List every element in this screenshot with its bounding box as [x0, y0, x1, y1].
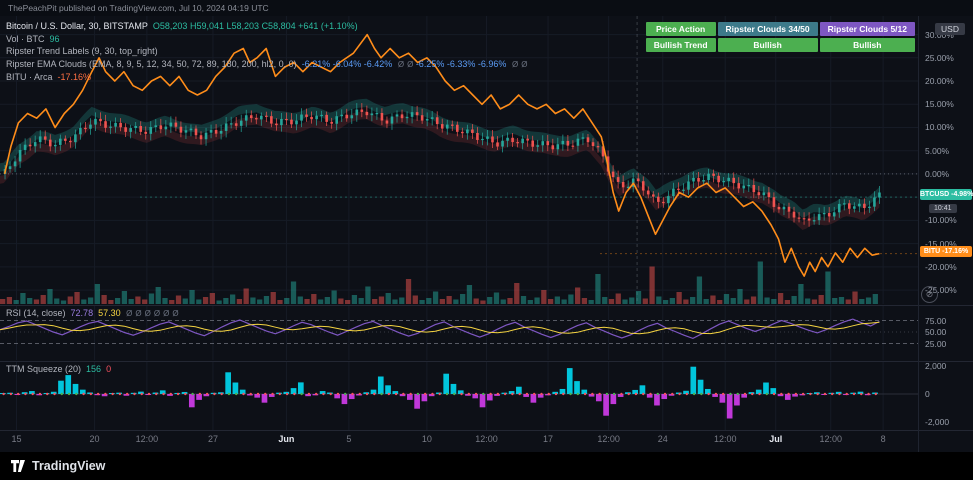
rsi-legend-row[interactable]: RSI (14, close) 72.78 57.30 ØØØØØØ [6, 308, 179, 318]
time-axis[interactable]: 15 20 12:00 27 Jun 5 10 12:00 17 12:00 24 12:00 Jul 1… [0, 430, 918, 452]
hidden-indicator-icon[interactable]: Ø [398, 60, 404, 69]
ohlc-close: C58,804 [261, 21, 296, 31]
volume-value: 96 [49, 33, 60, 44]
symbol-title[interactable]: Bitcoin / U.S. Dollar, 30, BITSTAMP [6, 21, 148, 31]
volume-bars [0, 261, 878, 304]
ohlc-open: O58,203 [152, 21, 188, 31]
badge-ripster-clouds-34-50: Ripster Clouds 34/50 [717, 22, 818, 36]
footer-bar: TradingView [0, 452, 973, 480]
bitu-change-value: -17.16% [57, 72, 92, 82]
time-tick-label: 20 [89, 434, 100, 444]
axis-tick-label: -20.00% [925, 261, 957, 272]
scale-mode-icon[interactable]: ⊘ [921, 286, 938, 303]
volume-legend-row[interactable]: Vol · BTC 96 [6, 33, 527, 46]
bitu-legend-row[interactable]: BITU · Arca -17.16% [6, 71, 527, 84]
ttm-legend-row[interactable]: TTM Squeeze (20) 156 0 [6, 364, 111, 374]
ema-value: -6.25% [415, 58, 445, 69]
publish-info-bar: ThePeachPit published on TradingView.com… [0, 0, 973, 16]
trend-badge-table: Price Action Ripster Clouds 34/50 Ripste… [645, 22, 915, 52]
time-tick-label: 12:00 [475, 434, 498, 444]
axis-tick-label: 15.00% [925, 99, 954, 110]
ema-value: -6.96% [477, 58, 507, 69]
axis-tick-label: 25.00% [925, 52, 954, 63]
hidden-indicator-icon[interactable]: Ø [154, 309, 160, 318]
time-tick-label: Jun [278, 434, 295, 444]
hidden-indicator-icon[interactable]: Ø [521, 60, 527, 69]
rsi-title[interactable]: RSI (14, close) [6, 308, 66, 318]
axis-tick-label: 20.00% [925, 76, 954, 87]
ttm-squeeze-chart[interactable] [0, 362, 918, 430]
time-tick-label: 8 [880, 434, 886, 444]
time-tick-label: 12:00 [819, 434, 843, 444]
axis-tick-label: 5.00% [925, 145, 950, 156]
time-tick-label: 17 [543, 434, 554, 444]
main-legend: Bitcoin / U.S. Dollar, 30, BITSTAMP O58,… [6, 20, 527, 84]
axis-tick-label: -2,000 [925, 417, 950, 427]
ema-clouds-legend-row[interactable]: Ripster EMA Clouds (EMA, 8, 9, 5, 12, 34… [6, 58, 527, 72]
trend-labels-legend-row[interactable]: Ripster Trend Labels (9, 30, top_right) [6, 45, 527, 58]
badge-bullish-34-50: Bullish [717, 38, 818, 52]
rsi-value: 72.78 [70, 308, 94, 318]
hidden-indicator-icon[interactable]: Ø [135, 309, 141, 318]
ema-value: -6.42% [363, 58, 393, 69]
trend-labels-title[interactable]: Ripster Trend Labels (9, 30, top_right) [6, 46, 158, 56]
rsi-ma-value: 57.30 [98, 308, 121, 318]
axis-tick-label: 50.00 [925, 327, 947, 337]
bitu-price-badge: BITU -17.16% [920, 245, 972, 257]
volume-label[interactable]: Vol · BTC [6, 34, 45, 44]
pane-separator[interactable] [0, 361, 973, 362]
currency-toggle[interactable]: USD [935, 23, 965, 35]
hidden-indicator-icon[interactable]: Ø [172, 309, 178, 318]
price-axis[interactable]: BTCUSD -4.98% 10:41 BITU -17.16% 30.00%2… [918, 16, 973, 452]
chart-region: Bitcoin / U.S. Dollar, 30, BITSTAMP O58,… [0, 16, 973, 452]
time-tick-label: Jul [769, 434, 783, 444]
time-tick-label: 27 [207, 434, 218, 444]
time-tick-label: 10 [421, 434, 432, 444]
change-value: +641 (+1.10%) [298, 21, 358, 31]
time-tick-label: 12:00 [597, 434, 620, 444]
bar-countdown: 10:41 [929, 204, 957, 214]
ema-value: -6.21% [301, 58, 331, 69]
tradingview-wordmark[interactable]: TradingView [32, 459, 105, 473]
tradingview-logo-icon[interactable] [10, 459, 26, 473]
axis-tick-label: 75.00 [925, 315, 947, 326]
badge-ripster-clouds-5-12: Ripster Clouds 5/12 [819, 22, 915, 36]
ttm-dot-value: 0 [106, 364, 112, 374]
bitu-label[interactable]: BITU · Arca [6, 72, 53, 82]
axis-tick-label: 25.00 [925, 338, 947, 349]
hidden-indicator-icon[interactable]: Ø [163, 309, 169, 318]
hidden-indicator-icon[interactable]: Ø [145, 309, 151, 318]
time-tick-label: 15 [11, 434, 22, 444]
badge-bullish-trend: Bullish Trend [645, 38, 716, 52]
ema-value: -6.04% [332, 58, 362, 69]
axis-tick-label: 2,000 [925, 361, 947, 371]
symbol-legend-row[interactable]: Bitcoin / U.S. Dollar, 30, BITSTAMP O58,… [6, 20, 527, 33]
time-tick-label: 12:00 [713, 434, 737, 444]
time-tick-label: 12:00 [135, 434, 159, 444]
axis-tick-label: 0.00% [925, 168, 950, 179]
axis-tick-label: 10.00% [925, 122, 954, 133]
btcusd-price-badge: BTCUSD -4.98% [920, 189, 973, 201]
hidden-indicator-icon[interactable]: Ø [126, 309, 132, 318]
publish-info-text: ThePeachPit published on TradingView.com… [8, 3, 269, 13]
ohlc-high: H59,041 [189, 21, 224, 31]
hidden-indicator-icon[interactable]: Ø [407, 60, 413, 69]
time-tick-label: 24 [657, 434, 668, 444]
pane-separator[interactable] [0, 305, 973, 306]
badge-bullish-5-12: Bullish [819, 38, 915, 52]
ohlc-low: L58,203 [226, 21, 260, 31]
ema-clouds-title[interactable]: Ripster EMA Clouds (EMA, 8, 9, 5, 12, 34… [6, 59, 297, 69]
badge-price-action: Price Action [645, 22, 716, 36]
ttm-value: 156 [86, 364, 102, 374]
axis-tick-label: 0 [925, 389, 930, 399]
axis-tick-label: -10.00% [925, 215, 957, 226]
time-tick-label: 5 [346, 434, 352, 444]
ttm-title[interactable]: TTM Squeeze (20) [6, 364, 81, 374]
hidden-indicator-icon[interactable]: Ø [512, 60, 518, 69]
ema-value: -6.33% [446, 58, 476, 69]
